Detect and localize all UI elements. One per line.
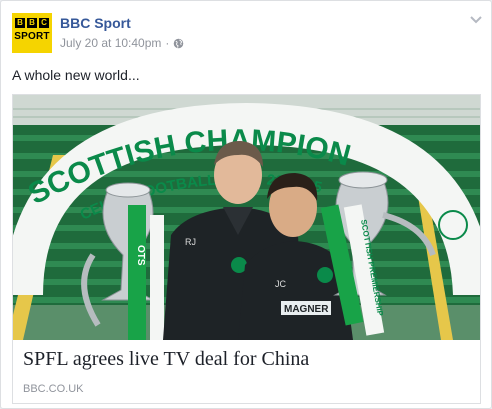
meta-separator: · <box>165 36 170 50</box>
page-name-link[interactable]: BBC Sport <box>60 15 131 31</box>
right-shirt-initials: JC <box>275 279 287 289</box>
bbc-logo: B B C <box>12 18 52 28</box>
sponsor-text: MAGNER <box>284 304 329 315</box>
globe-icon[interactable] <box>173 38 184 49</box>
left-shirt-initials: RJ <box>185 237 196 247</box>
link-domain: BBC.CO.UK <box>23 383 84 395</box>
link-preview-card[interactable]: SCOTTISH CHAMPION CELTIC FOOTBALL CLUB 2… <box>12 94 481 404</box>
avatar-label: SPORT <box>14 31 50 42</box>
post-meta: July 20 at 10:40pm · <box>60 36 184 50</box>
bbc-letter: B <box>27 18 37 28</box>
post-text: A whole new world... <box>12 67 140 83</box>
news-feed-post: B B C SPORT BBC Sport July 20 at 10:40pm… <box>0 0 492 409</box>
post-timestamp[interactable]: July 20 at 10:40pm <box>60 36 161 50</box>
link-image[interactable]: SCOTTISH CHAMPION CELTIC FOOTBALL CLUB 2… <box>13 95 480 340</box>
chevron-down-icon[interactable] <box>469 15 483 25</box>
ribbon-text: OTS <box>135 245 146 266</box>
link-title[interactable]: SPFL agrees live TV deal for China <box>23 348 309 371</box>
bbc-letter: B <box>15 18 25 28</box>
bbc-letter: C <box>39 18 49 28</box>
page-avatar[interactable]: B B C SPORT <box>12 13 52 53</box>
